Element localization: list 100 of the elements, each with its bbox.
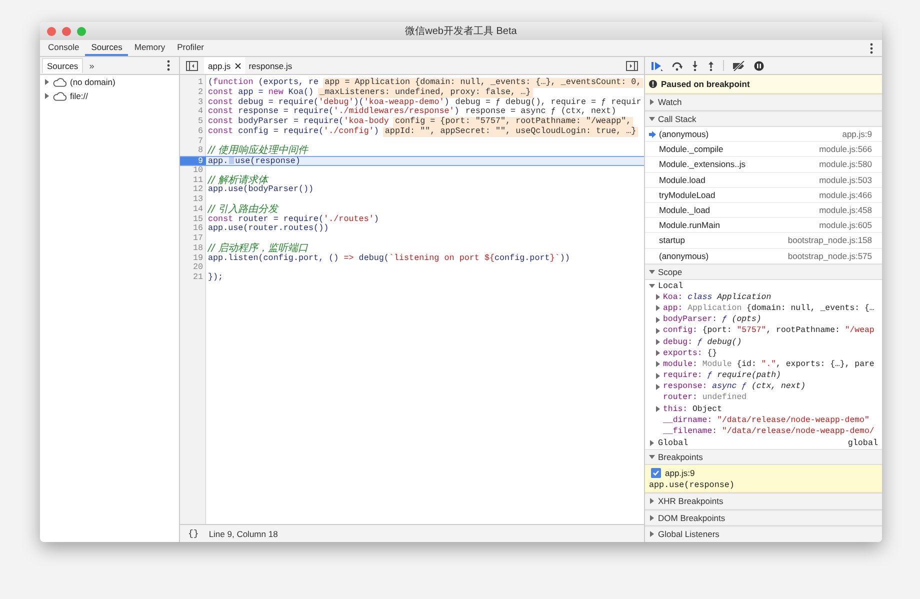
panel-tab[interactable]: Memory [128, 40, 172, 56]
collapsed-arrow-icon[interactable] [655, 316, 661, 323]
expanded-arrow-icon[interactable] [649, 454, 655, 460]
close-icon[interactable] [234, 62, 241, 68]
expanded-arrow-icon[interactable] [649, 268, 655, 275]
tree-item[interactable]: (no domain) [70, 77, 116, 87]
section-header[interactable]: Global Listeners [645, 526, 882, 542]
scope-variable[interactable]: config: {port: "5757", rootPathname: "/weap [663, 326, 874, 336]
scope-variable[interactable]: response: async ƒ (ctx, next) [663, 382, 806, 392]
source-location[interactable]: app.js:9 [842, 129, 872, 140]
code-token: const [208, 107, 234, 117]
more-tabs-button[interactable]: » [83, 60, 100, 70]
step-over-icon[interactable] [671, 60, 683, 70]
line-number[interactable]: 9 [180, 157, 206, 165]
scope-variable[interactable]: require: ƒ require(path) [663, 371, 781, 380]
section-header[interactable]: Call Stack [645, 110, 882, 127]
scope-variable[interactable]: Koa: class Application [663, 292, 772, 302]
call-frame[interactable]: Module.runMain module.js:605 [645, 218, 882, 234]
expanded-arrow-icon[interactable] [649, 282, 655, 289]
source-location[interactable]: module.js:466 [819, 190, 872, 200]
collapsed-arrow-icon[interactable] [655, 339, 661, 346]
execution-marker-icon [229, 157, 234, 164]
collapsed-arrow-icon[interactable] [649, 498, 655, 504]
code-token: function [213, 78, 254, 88]
code-token: use(response) [235, 156, 300, 165]
step-into-icon[interactable] [691, 60, 699, 70]
section-title: Scope [658, 266, 682, 277]
section-header[interactable]: Watch [645, 94, 882, 110]
scope-variable[interactable]: debug: ƒ debug() [663, 338, 742, 347]
collapsed-arrow-icon[interactable] [655, 305, 661, 312]
collapsed-arrow-icon[interactable] [649, 99, 655, 106]
section-header[interactable]: XHR Breakpoints [645, 493, 882, 510]
source-location[interactable]: module.js:566 [819, 144, 872, 154]
navigator-tab[interactable]: Sources [42, 58, 84, 73]
scope-variable[interactable]: __dirname: "/data/release/node-weapp-demo" [663, 416, 870, 425]
source-location[interactable]: module.js:605 [819, 220, 872, 230]
step-out-icon[interactable] [707, 60, 715, 70]
collapsed-arrow-icon[interactable] [655, 350, 661, 356]
source-location[interactable]: bootstrap_node.js:158 [788, 235, 872, 246]
scope-variable[interactable]: exports: {} [663, 348, 718, 358]
scope-name[interactable]: Global [658, 438, 688, 448]
scope-variable[interactable]: module: Module {id: ".", exports: {…}, pare [663, 360, 874, 369]
collapsed-arrow-icon[interactable] [655, 361, 661, 368]
collapsed-arrow-icon[interactable] [655, 384, 661, 390]
code-comment: // 使用响应处理中间件 [208, 146, 308, 156]
collapsed-arrow-icon[interactable] [655, 406, 661, 412]
collapsed-arrow-icon[interactable] [649, 440, 655, 446]
file-tab[interactable]: app.js [204, 57, 245, 74]
code-token: app = [237, 88, 264, 98]
panel-tab[interactable]: Profiler [171, 40, 210, 56]
source-location[interactable]: module.js:503 [819, 174, 872, 185]
scope-name[interactable]: Local [658, 280, 684, 291]
close-button[interactable] [47, 26, 56, 36]
code-comment: // 启动程序，监听端口 [208, 244, 308, 254]
call-frame[interactable]: Module._compile module.js:566 [645, 142, 882, 158]
source-location[interactable]: module.js:458 [819, 205, 872, 216]
collapsed-arrow-icon[interactable] [44, 79, 50, 85]
section-header[interactable]: Scope [645, 264, 882, 280]
call-frame[interactable]: Module._extensions..js module.js:580 [645, 157, 882, 173]
call-frame[interactable]: Module.load module.js:503 [645, 172, 882, 188]
collapsed-arrow-icon[interactable] [655, 328, 661, 334]
call-frame[interactable]: startup bootstrap_node.js:158 [645, 233, 882, 248]
panel-tab[interactable]: Console [42, 40, 86, 56]
code-token: bodyParser = require( [237, 117, 344, 126]
section-header[interactable]: DOM Breakpoints [645, 510, 882, 526]
file-tab[interactable]: response.js [244, 57, 296, 74]
scope-variable[interactable]: app: Application {domain: null, _events: {… [663, 304, 874, 313]
format-button[interactable]: {} [180, 528, 207, 538]
scope-variable[interactable]: bodyParser: ƒ (opts) [663, 315, 762, 324]
scope-variable[interactable]: __filename: "/data/release/node-weapp-demo/ [663, 427, 874, 436]
collapsed-arrow-icon[interactable] [44, 93, 50, 99]
section-title: Breakpoints [658, 452, 703, 462]
paused-message: Paused on breakpoint [661, 79, 750, 89]
source-location[interactable]: module.js:580 [819, 159, 872, 170]
resume-icon[interactable] [651, 60, 663, 70]
sidebar-toggle-icon[interactable] [186, 60, 198, 70]
code-token: debug = require( [237, 98, 319, 106]
deactivate-breakpoints-icon[interactable] [732, 60, 746, 70]
minimize-button[interactable] [62, 26, 71, 36]
source-location[interactable]: bootstrap_node.js:575 [788, 250, 872, 261]
call-frame[interactable]: (anonymous) app.js:9 [645, 127, 882, 142]
collapsed-arrow-icon[interactable] [649, 514, 655, 521]
collapsed-arrow-icon[interactable] [655, 372, 661, 379]
more-icon[interactable] [167, 60, 170, 71]
section-header[interactable]: Breakpoints [645, 448, 882, 466]
code-editor[interactable] [180, 75, 644, 524]
code-token: app. [208, 156, 228, 165]
more-icon[interactable] [870, 42, 873, 54]
breakpoint-checkbox[interactable] [651, 468, 661, 478]
scope-variable[interactable]: router: undefined [663, 393, 747, 402]
call-frame[interactable]: Module._load module.js:458 [645, 202, 882, 218]
breakpoint-item[interactable]: app.js:9 app.use(response) [645, 465, 882, 494]
collapsed-arrow-icon[interactable] [649, 531, 655, 538]
scope-variable[interactable]: this: Object [663, 404, 722, 414]
call-frame[interactable]: tryModuleLoad module.js:466 [645, 188, 882, 203]
sidebar-toggle-icon[interactable] [626, 60, 638, 70]
tree-item[interactable]: file:// [70, 91, 88, 101]
pause-icon[interactable] [754, 60, 764, 70]
collapsed-arrow-icon[interactable] [655, 294, 661, 300]
expanded-arrow-icon[interactable] [649, 116, 655, 122]
